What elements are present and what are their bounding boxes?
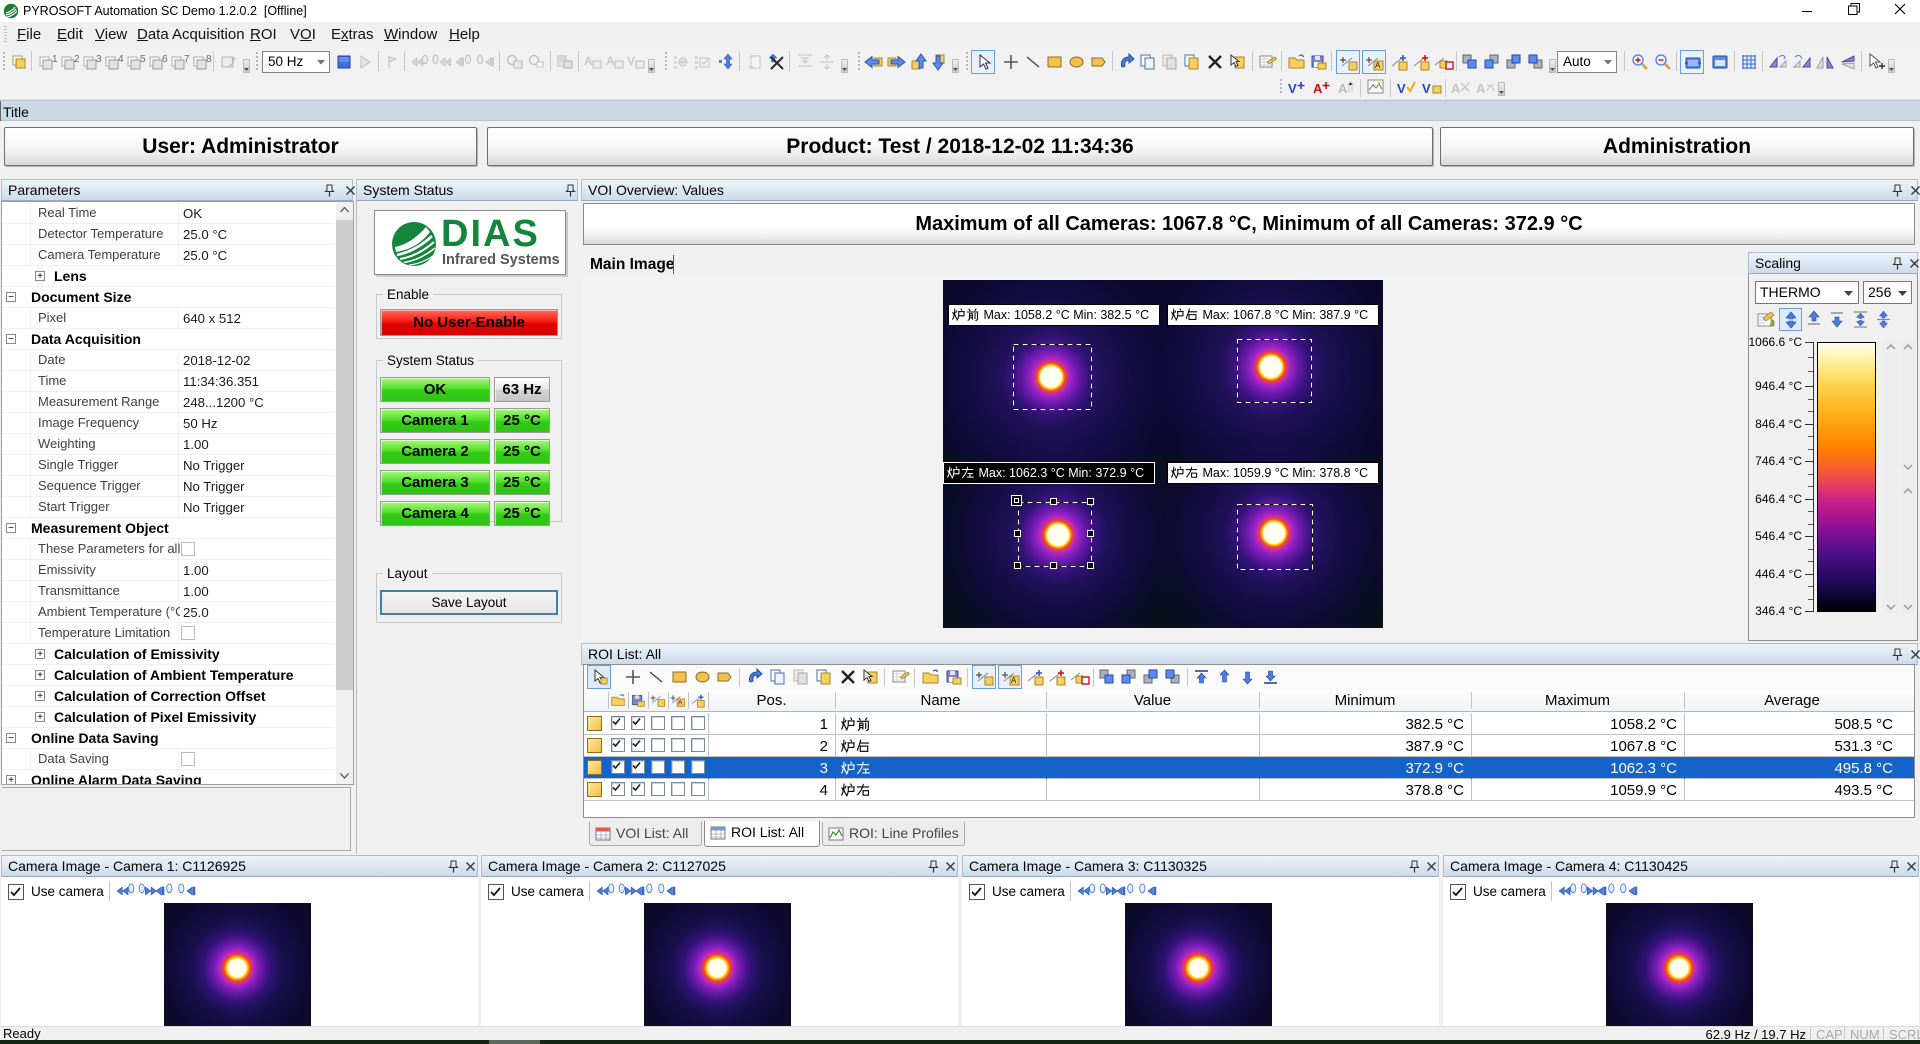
svg-text:A: A [1338, 81, 1348, 96]
svg-text:6: 6 [162, 54, 168, 65]
svg-text:2: 2 [74, 54, 80, 65]
svg-text:V: V [1422, 81, 1431, 96]
svg-text:8: 8 [206, 54, 212, 65]
svg-text:A: A [1476, 81, 1486, 96]
svg-text:3: 3 [96, 54, 102, 65]
svg-text:A: A [1375, 61, 1381, 70]
svg-text:A: A [584, 54, 593, 68]
svg-text:5: 5 [140, 54, 146, 65]
svg-text:A: A [606, 54, 615, 68]
svg-text:V: V [627, 54, 635, 68]
svg-text:A: A [1451, 81, 1461, 96]
svg-text:V: V [1288, 81, 1297, 96]
svg-text:7: 7 [184, 54, 190, 65]
svg-text:V: V [1397, 81, 1406, 96]
svg-text:A: A [678, 700, 683, 707]
svg-text:1: 1 [52, 54, 58, 65]
svg-text:A: A [1011, 676, 1017, 685]
svg-text:4: 4 [118, 54, 124, 65]
svg-text:A: A [1313, 81, 1323, 96]
